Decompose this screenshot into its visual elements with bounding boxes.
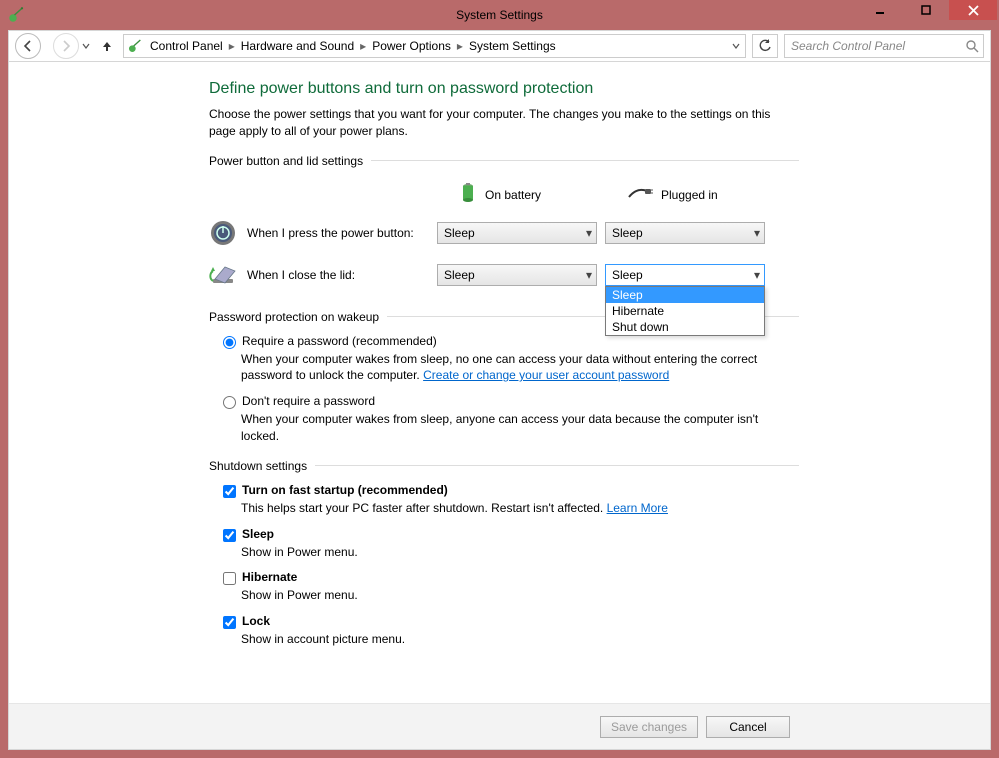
breadcrumb-level3[interactable]: System Settings bbox=[465, 35, 560, 57]
radio-require-password[interactable] bbox=[223, 336, 236, 349]
chevron-down-icon: ▾ bbox=[586, 268, 592, 282]
desc-sleep: Show in Power menu. bbox=[241, 544, 799, 561]
page-title: Define power buttons and turn on passwor… bbox=[209, 80, 799, 98]
search-box[interactable] bbox=[784, 34, 984, 58]
window-title: System Settings bbox=[0, 8, 999, 22]
desc-lock: Show in account picture menu. bbox=[241, 631, 799, 648]
chevron-right-icon: ▸ bbox=[227, 39, 237, 53]
app-icon bbox=[6, 5, 26, 25]
group-header-power: Power button and lid settings bbox=[209, 154, 363, 168]
label-no-password: Don't require a password bbox=[242, 394, 375, 408]
back-button[interactable] bbox=[15, 33, 41, 59]
radio-no-password[interactable] bbox=[223, 396, 236, 409]
label-sleep: Sleep bbox=[242, 527, 274, 541]
label-fast-startup: Turn on fast startup (recommended) bbox=[242, 483, 448, 497]
address-icon bbox=[124, 38, 146, 54]
chevron-down-icon: ▾ bbox=[754, 226, 760, 240]
group-header-shutdown: Shutdown settings bbox=[209, 459, 307, 473]
checkbox-sleep[interactable] bbox=[223, 529, 236, 542]
desc-hibernate: Show in Power menu. bbox=[241, 587, 799, 604]
up-button[interactable] bbox=[97, 39, 117, 53]
chevron-right-icon: ▸ bbox=[358, 39, 368, 53]
refresh-button[interactable] bbox=[752, 34, 778, 58]
checkbox-hibernate[interactable] bbox=[223, 572, 236, 585]
group-header-password: Password protection on wakeup bbox=[209, 310, 379, 324]
column-on-battery: On battery bbox=[437, 178, 597, 212]
search-icon bbox=[965, 39, 979, 56]
dropdown-option-sleep[interactable]: Sleep bbox=[606, 287, 764, 303]
breadcrumb-root[interactable]: Control Panel bbox=[146, 35, 227, 57]
breadcrumb-level2[interactable]: Power Options bbox=[368, 35, 455, 57]
window-root: System Settings bbox=[0, 0, 999, 758]
column-plugged-in: Plugged in bbox=[605, 178, 765, 212]
dropdown-option-shutdown[interactable]: Shut down bbox=[606, 319, 764, 335]
toolbar: Control Panel ▸ Hardware and Sound ▸ Pow… bbox=[8, 30, 991, 62]
chevron-down-icon: ▾ bbox=[586, 226, 592, 240]
row-label-power-button: When I press the power button: bbox=[247, 226, 414, 240]
dropdown-lid-plugged: Sleep Hibernate Shut down bbox=[605, 286, 765, 336]
select-lid-battery[interactable]: Sleep ▾ bbox=[437, 264, 597, 286]
cancel-button[interactable]: Cancel bbox=[706, 716, 790, 738]
maximize-button[interactable] bbox=[903, 0, 949, 20]
label-lock: Lock bbox=[242, 614, 270, 628]
group-power-button-lid: Power button and lid settings On battery bbox=[209, 154, 799, 296]
search-input[interactable] bbox=[785, 35, 983, 57]
link-learn-more[interactable]: Learn More bbox=[607, 501, 668, 515]
power-button-icon bbox=[209, 219, 237, 247]
address-dropdown-icon[interactable] bbox=[727, 35, 745, 57]
desc-fast-startup: This helps start your PC faster after sh… bbox=[241, 501, 607, 515]
plug-icon bbox=[627, 185, 653, 204]
close-button[interactable] bbox=[949, 0, 997, 20]
page-description: Choose the power settings that you want … bbox=[209, 106, 799, 140]
label-require-password: Require a password (recommended) bbox=[242, 334, 437, 348]
label-hibernate: Hibernate bbox=[242, 570, 297, 584]
window-controls bbox=[857, 0, 999, 30]
checkbox-lock[interactable] bbox=[223, 616, 236, 629]
chevron-right-icon: ▸ bbox=[455, 39, 465, 53]
select-lid-plugged[interactable]: Sleep ▾ Sleep Hibernate Shut down bbox=[605, 264, 765, 286]
forward-button[interactable] bbox=[53, 33, 79, 59]
title-bar: System Settings bbox=[0, 0, 999, 30]
footer-bar: Save changes Cancel bbox=[9, 703, 990, 749]
minimize-button[interactable] bbox=[857, 0, 903, 20]
row-label-lid: When I close the lid: bbox=[247, 268, 355, 282]
group-shutdown-settings: Shutdown settings Turn on fast startup (… bbox=[209, 459, 799, 648]
lid-icon bbox=[209, 261, 237, 289]
breadcrumb-level1[interactable]: Hardware and Sound bbox=[237, 35, 358, 57]
history-dropdown-icon[interactable] bbox=[79, 42, 93, 50]
checkbox-fast-startup[interactable] bbox=[223, 485, 236, 498]
select-power-plugged[interactable]: Sleep ▾ bbox=[605, 222, 765, 244]
content-area: Define power buttons and turn on passwor… bbox=[8, 62, 991, 750]
battery-icon bbox=[459, 181, 477, 208]
select-power-battery[interactable]: Sleep ▾ bbox=[437, 222, 597, 244]
address-bar[interactable]: Control Panel ▸ Hardware and Sound ▸ Pow… bbox=[123, 34, 746, 58]
link-change-password[interactable]: Create or change your user account passw… bbox=[423, 368, 669, 382]
save-button[interactable]: Save changes bbox=[600, 716, 698, 738]
desc-no-password: When your computer wakes from sleep, any… bbox=[241, 411, 799, 445]
chevron-down-icon: ▾ bbox=[754, 268, 760, 282]
dropdown-option-hibernate[interactable]: Hibernate bbox=[606, 303, 764, 319]
